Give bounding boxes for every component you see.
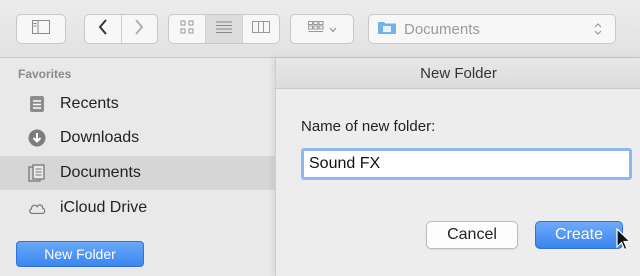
navigation-buttons [84,14,158,44]
column-view-button[interactable] [243,15,279,43]
documents-icon [28,164,46,182]
forward-button[interactable] [122,15,158,43]
sidebar-heading-favorites: Favorites [18,67,72,81]
finder-toolbar: Documents [0,0,640,58]
downloads-icon [28,129,46,147]
sidebar-item-downloads[interactable]: Downloads [0,121,275,155]
new-folder-button[interactable]: New Folder [16,241,144,267]
sidebar-item-label: iCloud Drive [60,199,148,216]
path-popup[interactable]: Documents [368,14,616,44]
forward-icon [134,18,144,40]
path-popup-label: Documents [404,20,480,38]
back-icon [98,18,108,40]
create-button[interactable]: Create [535,221,623,249]
sidebar-item-documents[interactable]: Documents [0,156,275,190]
sidebar-toggle-icon [32,19,50,39]
list-view-button[interactable] [206,15,243,43]
sidebar-item-label: Recents [60,95,119,112]
folder-name-label: Name of new folder: [301,118,436,135]
cancel-button[interactable]: Cancel [426,221,518,249]
sidebar-item-label: Downloads [60,129,140,146]
back-button[interactable] [85,15,122,43]
group-by-icon [307,20,324,38]
sidebar: Favorites Recents Downloads Documents iC… [0,58,275,276]
column-view-icon [252,20,270,38]
sidebar-item-icloud-drive[interactable]: iCloud Drive [0,191,275,225]
dialog-title: New Folder [276,58,640,89]
icon-view-button[interactable] [169,15,206,43]
updown-arrows-icon [593,21,603,37]
view-mode-control [168,14,280,44]
folder-icon [378,20,396,39]
chevron-down-icon [329,20,337,38]
icon-view-icon [180,20,194,39]
folder-name-input[interactable] [301,148,632,180]
recents-icon [28,95,46,113]
list-view-icon [216,20,232,38]
new-folder-dialog: New Folder Name of new folder: Cancel Cr… [275,58,640,276]
sidebar-toggle-button[interactable] [16,14,66,44]
cloud-icon [28,199,46,217]
sidebar-item-recents[interactable]: Recents [0,87,275,121]
mouse-pointer-icon [616,227,632,252]
sidebar-item-label: Documents [60,164,141,181]
group-by-button[interactable] [290,14,354,44]
